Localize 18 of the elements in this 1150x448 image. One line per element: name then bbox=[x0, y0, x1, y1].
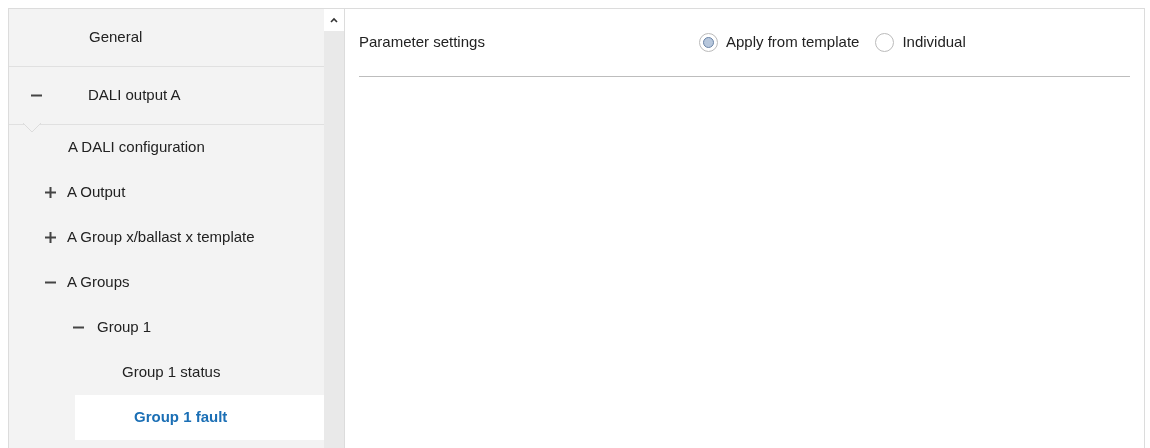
radio-button[interactable] bbox=[875, 33, 895, 52]
tree-item[interactable]: Group 1 status bbox=[122, 361, 221, 384]
parameter-label: Parameter settings bbox=[359, 32, 486, 53]
tree-item[interactable]: Group 1 bbox=[97, 316, 152, 339]
plus-icon[interactable] bbox=[45, 232, 56, 243]
tree-item[interactable]: A Groups bbox=[67, 271, 130, 294]
radio-option[interactable]: Individual bbox=[875, 31, 966, 54]
radio-button[interactable] bbox=[699, 33, 718, 52]
plus-icon[interactable] bbox=[45, 187, 56, 198]
tree-item[interactable]: General bbox=[89, 26, 143, 49]
scroll-up-icon[interactable] bbox=[330, 17, 338, 23]
tree-item[interactable]: A Output bbox=[67, 181, 126, 204]
radio-option[interactable]: Apply from template bbox=[699, 31, 860, 54]
tree-item[interactable]: DALI output A bbox=[88, 84, 181, 107]
tree-item[interactable]: A DALI configuration bbox=[68, 136, 205, 159]
selected-tree-item[interactable]: Group 1 fault bbox=[75, 395, 324, 440]
tree-item[interactable]: A Group x/ballast x template bbox=[67, 226, 255, 249]
scrollbar[interactable] bbox=[324, 9, 344, 448]
